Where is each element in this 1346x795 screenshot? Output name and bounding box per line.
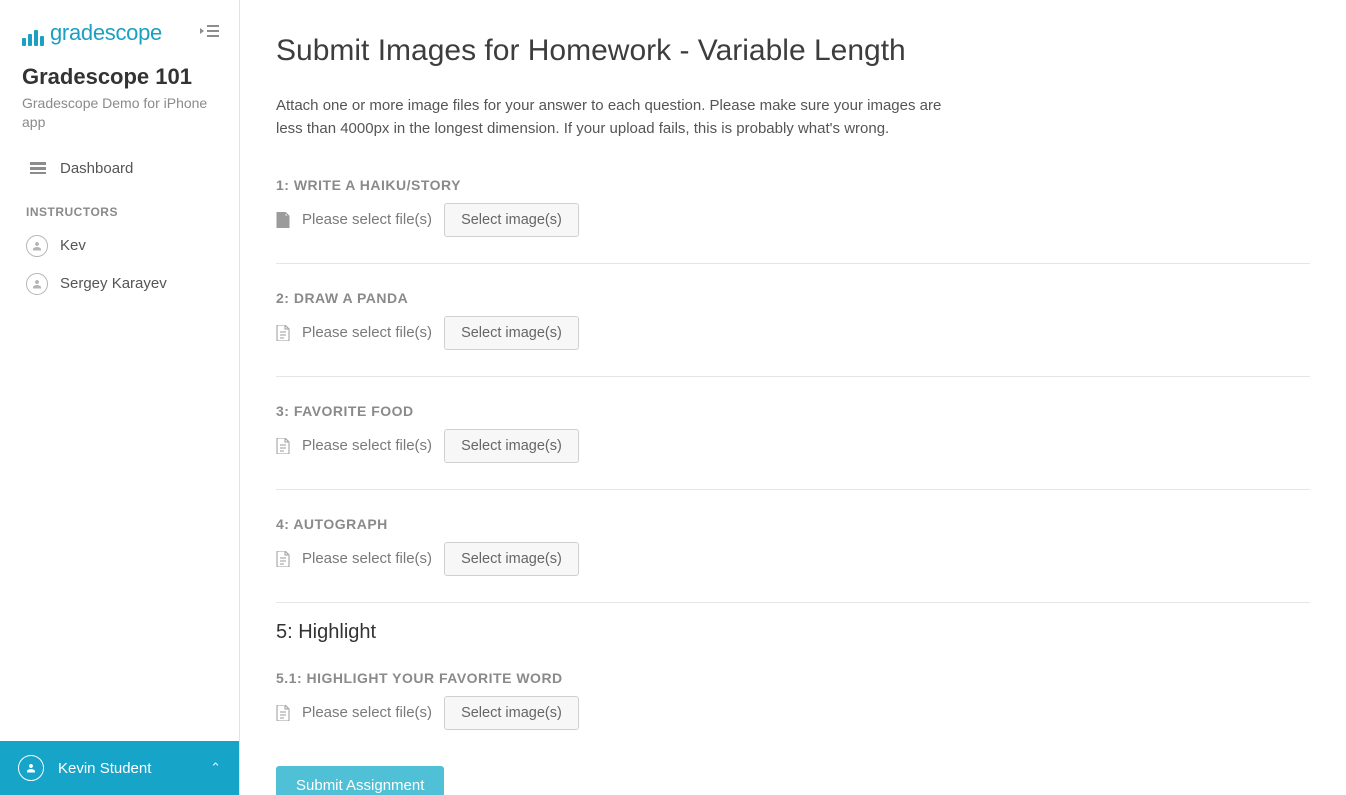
user-icon <box>26 235 48 257</box>
sidebar-item-label: Dashboard <box>60 160 133 177</box>
question-title: 1: WRITE A HAIKU/STORY <box>276 177 1310 193</box>
question-block: 5.1: HIGHLIGHT YOUR FAVORITE WORD Please… <box>276 662 1310 748</box>
question-title: 3: FAVORITE FOOD <box>276 403 1310 419</box>
brand-text: gradescope <box>50 20 162 46</box>
question-title: 2: DRAW A PANDA <box>276 290 1310 306</box>
question-title: 4: AUTOGRAPH <box>276 516 1310 532</box>
file-icon <box>276 705 290 721</box>
select-images-button[interactable]: Select image(s) <box>444 429 579 463</box>
collapse-icon <box>199 24 219 38</box>
divider <box>276 602 1310 603</box>
account-user-name: Kevin Student <box>58 760 196 777</box>
bars-icon <box>22 28 44 46</box>
instructor-item[interactable]: Sergey Karayev <box>22 265 219 303</box>
question-block: 4: AUTOGRAPH Please select file(s) Selec… <box>276 508 1310 594</box>
sidebar-item-dashboard[interactable]: Dashboard <box>22 150 219 187</box>
chevron-up-icon: ⌃ <box>210 760 221 776</box>
divider <box>276 263 1310 264</box>
divider <box>276 376 1310 377</box>
file-hint: Please select file(s) <box>302 211 432 228</box>
section-heading: 5: Highlight <box>276 621 1310 644</box>
instructions-text: Attach one or more image files for your … <box>276 94 956 141</box>
instructor-name: Kev <box>60 237 86 254</box>
file-hint: Please select file(s) <box>302 550 432 567</box>
course-title: Gradescope 101 <box>22 64 219 90</box>
sidebar: gradescope Gradescope 101 Gradescope Dem… <box>0 0 240 795</box>
question-block: 2: DRAW A PANDA Please select file(s) Se… <box>276 282 1310 368</box>
instructors-section-label: INSTRUCTORS <box>22 205 219 219</box>
brand-logo[interactable]: gradescope <box>22 20 162 46</box>
user-icon <box>26 273 48 295</box>
select-images-button[interactable]: Select image(s) <box>444 696 579 730</box>
file-hint: Please select file(s) <box>302 437 432 454</box>
main-content: Submit Images for Homework - Variable Le… <box>240 0 1346 795</box>
file-icon <box>276 551 290 567</box>
select-images-button[interactable]: Select image(s) <box>444 542 579 576</box>
account-menu[interactable]: Kevin Student ⌃ <box>0 741 239 795</box>
collapse-sidebar-button[interactable] <box>199 24 219 42</box>
select-images-button[interactable]: Select image(s) <box>444 316 579 350</box>
question-block: 1: WRITE A HAIKU/STORY Please select fil… <box>276 169 1310 255</box>
user-icon <box>18 755 44 781</box>
submit-assignment-button[interactable]: Submit Assignment <box>276 766 444 795</box>
dashboard-icon <box>30 162 46 174</box>
course-subtitle: Gradescope Demo for iPhone app <box>22 94 219 132</box>
instructor-item[interactable]: Kev <box>22 227 219 265</box>
file-icon <box>276 438 290 454</box>
question-block: 3: FAVORITE FOOD Please select file(s) S… <box>276 395 1310 481</box>
instructor-name: Sergey Karayev <box>60 275 167 292</box>
file-icon <box>276 325 290 341</box>
page-title: Submit Images for Homework - Variable Le… <box>276 34 1310 68</box>
file-hint: Please select file(s) <box>302 324 432 341</box>
file-icon <box>276 212 290 228</box>
file-hint: Please select file(s) <box>302 704 432 721</box>
select-images-button[interactable]: Select image(s) <box>444 203 579 237</box>
divider <box>276 489 1310 490</box>
question-title: 5.1: HIGHLIGHT YOUR FAVORITE WORD <box>276 670 1310 686</box>
